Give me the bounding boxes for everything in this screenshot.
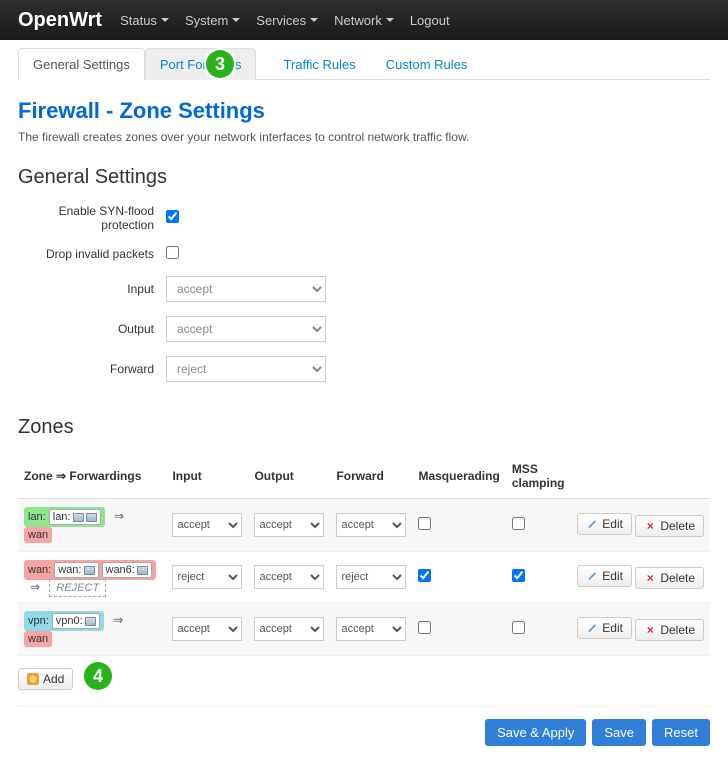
zone-fwd-wan: wan <box>24 527 52 543</box>
navbar: OpenWrt Status System Services Network L… <box>0 0 728 40</box>
nav-system[interactable]: System <box>185 13 240 28</box>
caret-icon <box>161 18 169 22</box>
caret-icon <box>232 18 240 22</box>
syn-flood-checkbox[interactable] <box>166 210 179 223</box>
footer-buttons: Save & Apply Save Reset <box>18 706 710 752</box>
zone-badge-vpn: vpn: vpn0: <box>24 611 104 631</box>
wan-input-select[interactable]: reject <box>172 565 242 589</box>
tabs: General Settings Port Forwards Traffic R… <box>18 48 710 80</box>
vpn-input-select[interactable]: accept <box>172 617 242 641</box>
lan-mss-checkbox[interactable] <box>512 517 525 530</box>
edit-icon <box>586 622 598 634</box>
forward-label: Forward <box>18 362 166 376</box>
col-mss: MSS clamping <box>506 454 571 499</box>
input-select[interactable]: accept <box>166 276 326 302</box>
lan-edit-button[interactable]: Edit <box>577 513 632 535</box>
add-zone-button[interactable]: Add <box>18 668 73 690</box>
input-label: Input <box>18 282 166 296</box>
zones-heading: Zones <box>18 416 710 440</box>
annotation-badge-3: 3 <box>206 50 234 78</box>
col-actions <box>570 454 710 499</box>
zone-fwd-reject: REJECT <box>49 579 106 597</box>
nav-network[interactable]: Network <box>334 13 394 28</box>
arrow-icon: ⇒ <box>113 613 123 627</box>
zones-table: Zone ⇒ Forwardings Input Output Forward … <box>18 454 710 656</box>
reset-button[interactable]: Reset <box>652 719 710 746</box>
nav-logout[interactable]: Logout <box>410 13 450 28</box>
lan-output-select[interactable]: accept <box>254 513 324 537</box>
output-label: Output <box>18 322 166 336</box>
save-button[interactable]: Save <box>592 719 646 746</box>
lan-input-select[interactable]: accept <box>172 513 242 537</box>
tab-custom-rules[interactable]: Custom Rules <box>371 48 483 80</box>
zone-badge-wan: wan: wan: wan6: <box>24 560 156 580</box>
nav-services[interactable]: Services <box>256 13 318 28</box>
delete-icon: × <box>644 520 656 532</box>
iface-icon <box>85 617 96 626</box>
col-forward: Forward <box>330 454 412 499</box>
delete-icon: × <box>644 572 656 584</box>
forward-select[interactable]: reject <box>166 356 326 382</box>
delete-icon: × <box>644 624 656 636</box>
nav-status[interactable]: Status <box>120 13 169 28</box>
edit-icon <box>586 518 598 530</box>
lan-delete-button[interactable]: ×Delete <box>635 515 704 537</box>
page-title: Firewall - Zone Settings <box>18 98 710 124</box>
zone-row-lan: lan: lan: ⇒ wan accept accept accept Edi… <box>18 499 710 552</box>
brand: OpenWrt <box>18 9 102 32</box>
iface-icon <box>86 513 97 522</box>
edit-icon <box>586 570 598 582</box>
col-input: Input <box>166 454 248 499</box>
syn-flood-label: Enable SYN-flood protection <box>18 204 166 232</box>
col-output: Output <box>248 454 330 499</box>
zone-row-vpn: vpn: vpn0: ⇒ wan accept accept accept Ed… <box>18 603 710 656</box>
wan-delete-button[interactable]: ×Delete <box>635 567 704 589</box>
save-apply-button[interactable]: Save & Apply <box>485 719 586 746</box>
iface-icon <box>84 566 95 575</box>
col-masq: Masquerading <box>412 454 505 499</box>
zone-badge-lan: lan: lan: <box>24 507 105 527</box>
tab-general-settings[interactable]: General Settings <box>18 48 145 80</box>
arrow-icon: ⇒ <box>114 509 124 523</box>
drop-invalid-label: Drop invalid packets <box>18 247 166 261</box>
wan-forward-select[interactable]: reject <box>336 565 406 589</box>
wan-edit-button[interactable]: Edit <box>577 565 632 587</box>
output-select[interactable]: accept <box>166 316 326 342</box>
iface-icon <box>137 566 148 575</box>
general-settings-heading: General Settings <box>18 166 710 190</box>
wan-mss-checkbox[interactable] <box>512 569 525 582</box>
col-zone: Zone ⇒ Forwardings <box>18 454 166 499</box>
wan-masq-checkbox[interactable] <box>418 569 431 582</box>
add-icon <box>27 673 39 685</box>
zone-row-wan: wan: wan: wan6: ⇒ REJECT reject accept r… <box>18 552 710 603</box>
zone-fwd-wan: wan <box>24 631 52 647</box>
annotation-badge-4: 4 <box>84 662 112 690</box>
vpn-edit-button[interactable]: Edit <box>577 617 632 639</box>
vpn-delete-button[interactable]: ×Delete <box>635 619 704 641</box>
caret-icon <box>386 18 394 22</box>
vpn-mss-checkbox[interactable] <box>512 621 525 634</box>
lan-masq-checkbox[interactable] <box>418 517 431 530</box>
wan-output-select[interactable]: accept <box>254 565 324 589</box>
tab-traffic-rules[interactable]: Traffic Rules <box>256 48 370 80</box>
lan-forward-select[interactable]: accept <box>336 513 406 537</box>
vpn-masq-checkbox[interactable] <box>418 621 431 634</box>
page-description: The firewall creates zones over your net… <box>18 130 710 144</box>
vpn-forward-select[interactable]: accept <box>336 617 406 641</box>
drop-invalid-checkbox[interactable] <box>166 246 179 259</box>
vpn-output-select[interactable]: accept <box>254 617 324 641</box>
tab-port-forwards[interactable]: Port Forwards <box>145 48 257 80</box>
arrow-icon: ⇒ <box>30 580 40 594</box>
iface-icon <box>73 513 84 522</box>
caret-icon <box>310 18 318 22</box>
